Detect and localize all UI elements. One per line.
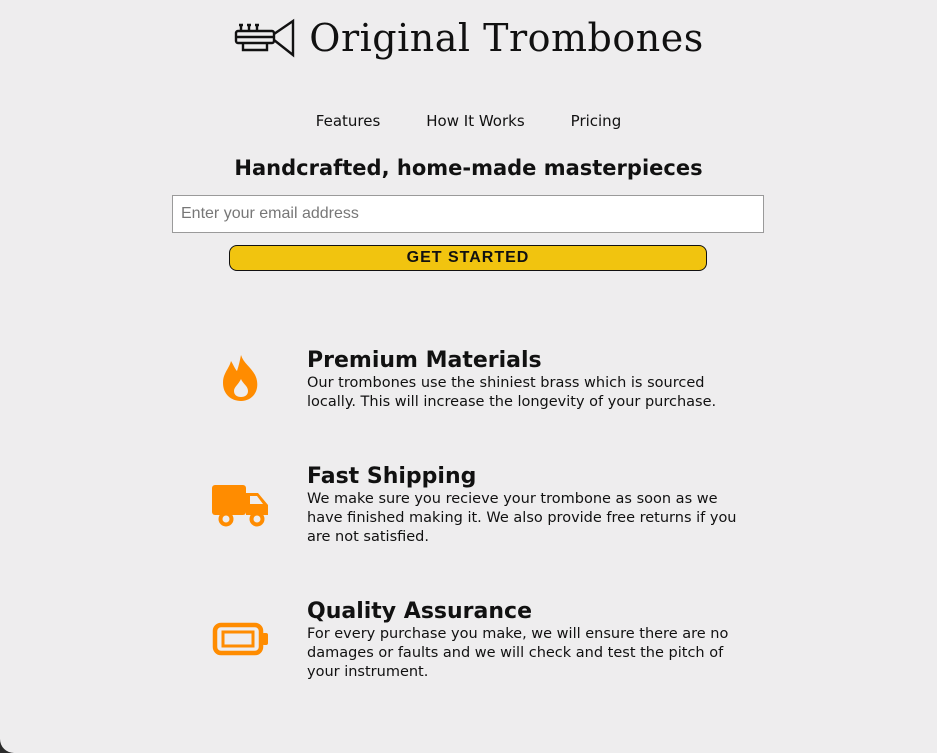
page: Original Trombones Features How It Works…: [0, 0, 937, 753]
feature-title: Fast Shipping: [307, 464, 477, 489]
main-nav: Features How It Works Pricing: [0, 112, 937, 130]
nav-link-how-it-works[interactable]: How It Works: [426, 112, 524, 130]
email-input[interactable]: [172, 195, 764, 233]
trumpet-icon: [235, 18, 295, 58]
feature-description: Our trombones use the shiniest brass whi…: [307, 375, 717, 410]
get-started-button[interactable]: GET STARTED: [229, 245, 707, 271]
feature-title: Premium Materials: [307, 348, 542, 373]
truck-icon: [206, 478, 276, 534]
brand-title: Original Trombones: [309, 16, 704, 60]
feature-description: For every purchase you make, we will ens…: [307, 626, 729, 680]
fire-icon: [206, 350, 276, 406]
battery-icon: [206, 611, 276, 667]
hero-title: Handcrafted, home-made masterpieces: [234, 156, 703, 180]
feature-title: Quality Assurance: [307, 599, 533, 624]
feature-description: We make sure you recieve your trombone a…: [307, 491, 737, 545]
nav-link-pricing[interactable]: Pricing: [571, 112, 622, 130]
nav-link-features[interactable]: Features: [316, 112, 381, 130]
site-header: Original Trombones: [0, 16, 937, 60]
